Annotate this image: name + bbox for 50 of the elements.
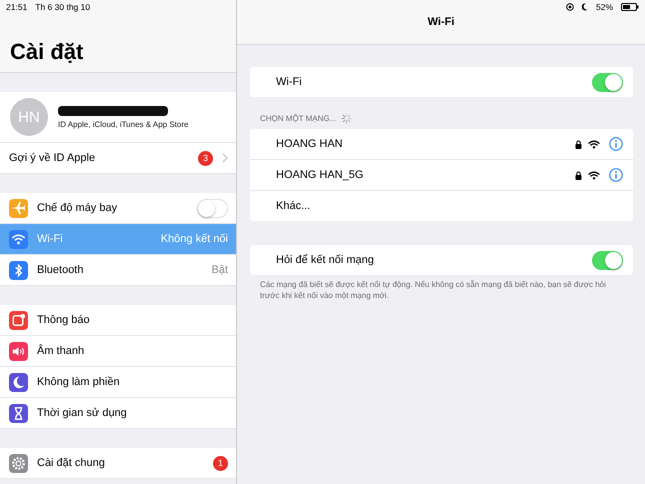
row-label: Thời gian sử dụng [37, 407, 128, 419]
row-label: Chế độ máy bay [37, 202, 118, 214]
notification-badge: 3 [198, 150, 213, 166]
wifi-signal-icon [588, 140, 600, 148]
network-row[interactable]: HOANG HAN_5G [250, 160, 633, 191]
network-name: HOANG HAN_5G [276, 169, 364, 181]
row-label: Hỏi để kết nối mạng [276, 254, 375, 266]
row-label: Âm thanh [37, 345, 86, 357]
network-name: Khác... [276, 200, 312, 212]
row-value: Không kết nối [160, 233, 228, 245]
row-label: Thông báo [37, 314, 91, 326]
chevron-icon [222, 153, 228, 163]
row-label: Wi-Fi [37, 233, 64, 245]
footer-note: Các mạng đã biết sẽ được kết nối tự động. Nếu không có sẵn mạng đã biết nào, bạn sẽ được hỏi trước khi kết nối vào một mạng mới. [259, 279, 607, 302]
profile-subtitle: ID Apple, iCloud, iTunes & App Store [58, 120, 188, 128]
moon-icon [582, 3, 588, 11]
toggle-switch[interactable] [592, 72, 623, 92]
row-value: Bật [211, 264, 228, 276]
wifi-signal-icon [588, 170, 600, 180]
rotation-lock-icon [566, 3, 574, 11]
settings-row[interactable]: Gợi ý về ID Apple 3 [0, 143, 236, 174]
nav-title: Wi-Fi [426, 16, 456, 28]
settings-row[interactable]: Không làm phiền [0, 367, 236, 398]
network-name: HOANG HAN [276, 138, 344, 150]
network-row[interactable]: Khác... [250, 191, 633, 221]
info-button[interactable] [609, 168, 623, 182]
row-label: Gợi ý về ID Apple [9, 152, 96, 164]
notification-badge: 1 [213, 456, 228, 470]
row-label: Wi-Fi [276, 76, 303, 88]
settings-row[interactable]: Bluetooth Bật [0, 255, 236, 286]
info-button[interactable] [609, 137, 623, 151]
row-label: Không làm phiền [37, 376, 121, 388]
settings-row[interactable]: Thông báo [0, 305, 236, 336]
network-row[interactable]: HOANG HAN [250, 129, 633, 160]
battery-percent: 52% [596, 2, 613, 12]
status-date: Th 6 30 thg 10 [35, 2, 90, 12]
lock-icon [575, 140, 582, 148]
settings-row[interactable]: Thời gian sử dụng [0, 398, 236, 429]
toggle-switch[interactable] [197, 198, 228, 218]
settings-row[interactable]: Âm thanh [0, 336, 236, 367]
section-header: CHỌN MỘT MẠNG... [260, 114, 336, 122]
battery-icon [621, 3, 639, 11]
settings-row[interactable]: Cài đặt chung 1 [0, 448, 236, 479]
status-time: 21:51 [6, 2, 28, 12]
lock-icon [575, 170, 582, 180]
avatar-initials: HN [10, 98, 48, 136]
row-label: Bluetooth [37, 264, 84, 276]
row-label: Cài đặt chung [37, 457, 106, 469]
toggle-switch[interactable] [592, 250, 623, 270]
profile-card[interactable]: HN ID Apple, iCloud, iTunes & App Store [0, 92, 236, 143]
